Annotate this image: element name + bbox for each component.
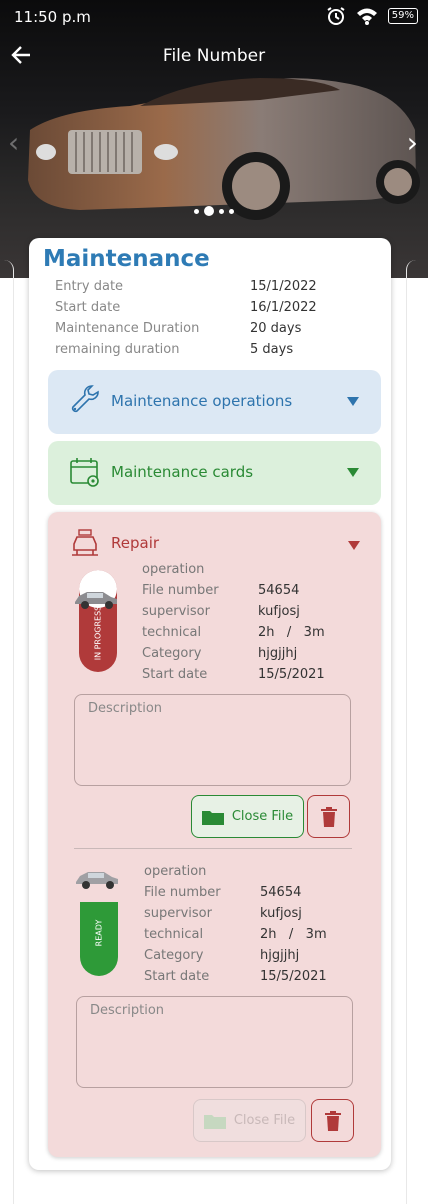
car-icon (75, 592, 117, 609)
close-file-button-disabled[interactable]: Close File (193, 1099, 306, 1142)
wrench-icon (71, 385, 99, 413)
battery-icon: 59% (387, 8, 418, 24)
wifi-icon (356, 8, 377, 25)
field-label: supervisor (144, 906, 212, 921)
maintenance-operations-label: Maintenance operations (111, 392, 293, 410)
entry-date-row: Entry date 15/1/2022 (55, 279, 317, 294)
right-card-edge (406, 260, 428, 1204)
description-field[interactable]: Description (74, 694, 351, 786)
delete-button[interactable] (307, 795, 350, 838)
carousel-dots[interactable] (194, 206, 234, 216)
carousel-dot[interactable] (194, 208, 199, 214)
screen: 11:50 p.m 59% File Number ‹ › Maintenanc… (0, 0, 428, 1204)
field-label: Start date (142, 667, 208, 682)
field-value: hjgjjhj (258, 646, 298, 661)
field-value: 15/5/2021 (260, 969, 327, 984)
field-label: Start date (144, 969, 210, 984)
field-value: 54654 (260, 885, 302, 900)
delete-button[interactable] (311, 1099, 354, 1142)
carousel-dot-active[interactable] (204, 206, 214, 216)
carousel-dot[interactable] (229, 208, 234, 214)
close-file-label: Close File (231, 809, 294, 824)
maintenance-cards-toggle[interactable]: Maintenance cards (48, 441, 381, 505)
chevron-down-icon[interactable] (348, 541, 360, 550)
field-label: technical (142, 625, 202, 640)
trash-icon (324, 1110, 341, 1131)
alarm-icon (327, 7, 345, 25)
description-placeholder: Description (90, 1003, 165, 1018)
page-title: File Number (162, 46, 266, 66)
trash-icon (320, 806, 337, 827)
car-lift-icon (72, 529, 98, 556)
field-label: supervisor (142, 604, 210, 619)
prev-slide-icon[interactable]: ‹ (8, 126, 19, 159)
description-field[interactable]: Description (76, 996, 353, 1088)
carousel-dot[interactable] (219, 208, 224, 214)
field-label: File number (144, 885, 221, 900)
hero-carousel[interactable]: 11:50 p.m 59% File Number ‹ › (0, 0, 428, 278)
status-time: 11:50 p.m (14, 8, 91, 26)
left-card-edge (0, 260, 14, 1204)
field-value: 54654 (258, 583, 300, 598)
folder-icon (203, 1114, 226, 1129)
close-file-button[interactable]: Close File (191, 795, 304, 838)
repair-label: Repair (111, 534, 160, 552)
field-value: 2h / 3m (258, 625, 325, 640)
field-value: kufjosj (260, 906, 302, 921)
car-image (28, 78, 420, 220)
description-placeholder: Description (88, 701, 163, 716)
status-text: READY (94, 919, 104, 947)
field-label: technical (144, 927, 204, 942)
maintenance-title: Maintenance (43, 246, 210, 272)
folder-icon (201, 810, 224, 825)
car-icon (76, 872, 118, 889)
maintenance-operations-toggle[interactable]: Maintenance operations (48, 370, 381, 434)
maintenance-card: Maintenance Entry date 15/1/2022 Start da… (29, 238, 391, 1170)
next-slide-icon[interactable]: › (407, 126, 418, 159)
field-value: hjgjjhj (260, 948, 300, 963)
chevron-down-icon (347, 468, 359, 477)
field-value: 2h / 3m (260, 927, 327, 942)
remaining-row: remaining duration 5 days (55, 342, 294, 357)
field-label: File number (142, 583, 219, 598)
chevron-down-icon (347, 397, 359, 406)
operation-label: operation (142, 562, 205, 577)
field-value: kufjosj (258, 604, 300, 619)
calendar-gear-icon (70, 458, 99, 487)
status-text: IN PROGRESS (93, 605, 103, 661)
field-value: 15/5/2021 (258, 667, 325, 682)
field-label: Category (142, 646, 202, 661)
repair-panel: Repair IN PROGRESS operation File number… (48, 512, 381, 1157)
close-file-label: Close File (233, 1113, 296, 1128)
operation-label: operation (144, 864, 207, 879)
status-bar: 11:50 p.m 59% (0, 0, 428, 34)
duration-row: Maintenance Duration 20 days (55, 321, 302, 336)
start-date-row: Start date 16/1/2022 (55, 300, 317, 315)
field-label: Category (144, 948, 204, 963)
item-divider (74, 848, 352, 849)
maintenance-cards-label: Maintenance cards (111, 463, 254, 481)
